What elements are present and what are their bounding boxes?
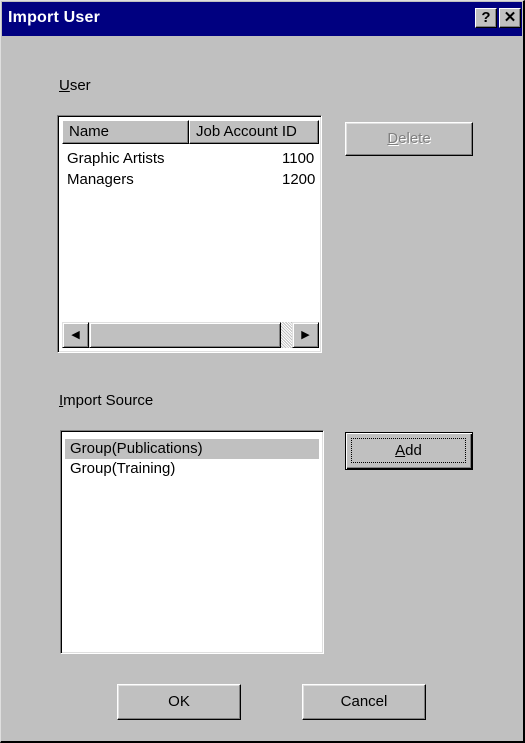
user-section-label: User	[59, 77, 91, 94]
job-account-id-cell: 1100	[282, 150, 315, 167]
close-button[interactable]: ✕	[499, 8, 521, 28]
table-row[interactable]: Graphic Artists 1100	[58, 150, 319, 169]
arrow-left-icon: ◀	[71, 329, 80, 341]
title-bar[interactable]: Import User ? ✕	[2, 2, 522, 36]
import-label-rest: mport Source	[63, 392, 154, 409]
add-button[interactable]: Add	[345, 432, 473, 470]
user-name-cell: Managers	[67, 171, 134, 188]
table-row[interactable]: Managers 1200	[58, 171, 319, 190]
import-source-list[interactable]: Group(Publications) Group(Training)	[60, 430, 324, 654]
add-label-rest: dd	[405, 442, 422, 459]
window-title: Import User	[8, 9, 100, 26]
horizontal-scrollbar[interactable]: ◀ ▶	[62, 322, 319, 348]
help-button[interactable]: ?	[475, 8, 497, 28]
ok-button[interactable]: OK	[117, 684, 241, 720]
list-item[interactable]: Group(Training)	[65, 459, 319, 479]
scroll-right-button[interactable]: ▶	[292, 322, 319, 348]
user-list[interactable]: Name Job Account ID Graphic Artists 1100…	[57, 115, 322, 353]
list-item[interactable]: Group(Publications)	[65, 439, 319, 459]
add-label-mnemonic: A	[395, 442, 406, 459]
job-account-id-cell: 1200	[282, 171, 316, 188]
scrollbar-track[interactable]	[281, 322, 292, 348]
cancel-button[interactable]: Cancel	[302, 684, 426, 720]
delete-button[interactable]: Delete	[345, 122, 473, 156]
user-label-rest: ser	[69, 77, 91, 94]
user-name-cell: Graphic Artists	[67, 150, 165, 167]
column-header-name[interactable]: Name	[62, 120, 189, 144]
column-header-job-account-id[interactable]: Job Account ID	[189, 120, 319, 144]
import-source-label: Import Source	[59, 392, 153, 409]
delete-label-rest: elete	[398, 130, 431, 147]
delete-label-mnemonic: D	[387, 130, 399, 147]
scroll-left-button[interactable]: ◀	[62, 322, 89, 348]
user-label-mnemonic: U	[59, 77, 70, 94]
arrow-right-icon: ▶	[301, 329, 310, 341]
import-user-dialog: Import User ? ✕ User Name Job Account ID…	[0, 0, 525, 743]
scrollbar-thumb[interactable]	[89, 322, 281, 348]
focus-rectangle: Add	[351, 438, 466, 463]
